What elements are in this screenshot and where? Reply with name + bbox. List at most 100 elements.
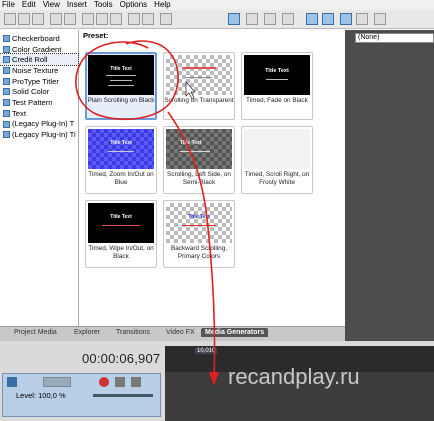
thumb-line <box>266 79 288 80</box>
menu-help[interactable]: Help <box>154 0 170 10</box>
copy-icon[interactable] <box>96 13 108 25</box>
preset-thumbnail: Title Text <box>244 55 310 95</box>
preset-plain-scrolling-black[interactable]: Title Text Plain Scrolling on Black <box>86 55 156 105</box>
preset-scrolling-transparent[interactable]: Scrolling on Transparent <box>164 55 234 105</box>
lock-envelopes-icon[interactable] <box>340 13 352 25</box>
preset-backward-scrolling-primary[interactable]: Title Text Backward Scrolling, Primary C… <box>164 203 234 260</box>
preset-caption: Plain Scrolling on Black <box>87 97 155 104</box>
thumb-line <box>110 80 132 81</box>
generator-item-solid-color[interactable]: Solid Color <box>0 86 78 97</box>
preset-thumbnail: Title Text <box>88 129 154 169</box>
menu-edit[interactable]: Edit <box>22 0 36 10</box>
preset-thumbnail: Title Text <box>166 203 232 243</box>
thumb-line <box>106 75 136 76</box>
mute-icon[interactable] <box>115 377 125 387</box>
generator-item-label: (Legacy Plug-In) T <box>12 119 75 129</box>
plugin-icon <box>3 131 10 139</box>
preset-timed-scroll-right-frosty[interactable]: Timed, Scroll Right, on Frosty White <box>242 129 312 186</box>
auto-crossfade-icon[interactable] <box>322 13 334 25</box>
selection-tool-icon[interactable] <box>264 13 276 25</box>
thumb-line <box>108 85 134 86</box>
preset-caption: Timed, Wipe In/Out, on Black <box>88 245 154 260</box>
normal-edit-tool-icon[interactable] <box>228 13 240 25</box>
fx-icon[interactable] <box>99 377 109 387</box>
preset-caption: Backward Scrolling, Primary Colors <box>170 245 228 260</box>
generator-item-label: ProType Titler <box>12 76 59 86</box>
thumb-title-text: Title Text <box>180 140 202 146</box>
plugin-icon <box>3 77 10 85</box>
tab-transitions[interactable]: Transitions <box>116 329 150 336</box>
zoom-tool-icon[interactable] <box>282 13 294 25</box>
menu-file[interactable]: File <box>2 0 15 10</box>
preset-timed-zoom-blue[interactable]: Title Text Timed, Zoom In/Out on Blue <box>86 129 156 186</box>
new-icon[interactable] <box>4 13 16 25</box>
preset-timed-fade-black[interactable]: Title Text Timed, Fade on Black <box>242 55 312 105</box>
menu-bar: File Edit View Insert Tools Options Help <box>0 0 434 10</box>
generator-item-label: (Legacy Plug-In) Ti <box>12 130 76 140</box>
generator-item-label: Noise Texture <box>12 65 59 75</box>
region-marker[interactable]: 10,010 <box>195 348 218 354</box>
tab-explorer[interactable]: Explorer <box>74 329 100 336</box>
generator-item-legacy-titler[interactable]: (Legacy Plug-In) Ti <box>0 129 78 140</box>
generator-item-credit-roll[interactable]: Credit Roll <box>0 53 79 67</box>
thumb-title-text: Title Text <box>188 214 210 220</box>
thumb-line <box>108 151 134 152</box>
preset-timed-wipe-black[interactable]: Title Text Timed, Wipe In/Out, on Black <box>86 203 156 260</box>
preset-caption: Timed, Fade on Black <box>246 97 308 104</box>
envelope-icon[interactable] <box>160 13 172 25</box>
thumb-title-text: Title Text <box>110 66 132 72</box>
track-name-field[interactable] <box>43 377 71 387</box>
tab-project-media[interactable]: Project Media <box>14 329 57 336</box>
preset-caption: Timed, Zoom In/Out on Blue <box>88 171 154 186</box>
preset-thumbnail <box>166 55 232 95</box>
generator-item-test-pattern[interactable]: Test Pattern <box>0 97 78 108</box>
thumb-title-text: Title Text <box>110 214 132 220</box>
generator-item-text[interactable]: Text <box>0 108 78 119</box>
preset-caption: Scrolling on Transparent <box>164 97 234 104</box>
generator-item-label: Text <box>12 108 26 118</box>
thumb-title-text: Title Text <box>265 68 289 74</box>
generator-item-protype-titler[interactable]: ProType Titler <box>0 76 78 87</box>
tab-media-generators[interactable]: Media Generators <box>201 328 269 337</box>
generator-item-label: Test Pattern <box>12 97 53 107</box>
watermark-text: recandplay.ru <box>228 364 360 389</box>
tab-video-fx[interactable]: Video FX <box>166 329 195 336</box>
preset-scrolling-left-semi-black[interactable]: Title Text Scrolling, Left Side, on Semi… <box>164 129 234 186</box>
generator-item-label: Checkerboard <box>12 33 60 43</box>
level-slider[interactable] <box>93 394 153 397</box>
settings-icon[interactable] <box>374 13 386 25</box>
preset-label: Preset: <box>83 31 109 40</box>
generator-item-checkerboard[interactable]: Checkerboard <box>0 33 78 44</box>
properties-icon[interactable] <box>50 13 62 25</box>
preset-thumbnail: Title Text <box>166 129 232 169</box>
thumb-line <box>186 77 212 78</box>
window-tabs: Project Media Explorer Transitions Video… <box>0 326 345 341</box>
thumb-title-text: Title Text <box>110 140 132 146</box>
envelope-tool-icon[interactable] <box>246 13 258 25</box>
undo-icon[interactable] <box>128 13 140 25</box>
open-icon[interactable] <box>18 13 30 25</box>
plugin-icon <box>3 67 10 75</box>
solo-icon[interactable] <box>131 377 141 387</box>
plugin-icon <box>3 56 10 64</box>
thumb-line <box>182 67 216 69</box>
generator-item-color-gradient[interactable]: Color Gradient <box>0 44 78 55</box>
preset-caption: Timed, Scroll Right, on Frosty White <box>244 171 310 186</box>
menu-options[interactable]: Options <box>120 0 148 10</box>
paste-icon[interactable] <box>110 13 122 25</box>
ignore-grouping-icon[interactable] <box>356 13 368 25</box>
preset-thumbnail: Title Text <box>88 55 154 95</box>
timecode: 00:00:06,907 <box>82 351 161 366</box>
preview-select[interactable]: (None) <box>355 33 434 43</box>
menu-tools[interactable]: Tools <box>94 0 113 10</box>
menu-insert[interactable]: Insert <box>67 0 87 10</box>
redo-icon[interactable] <box>142 13 154 25</box>
cut-icon[interactable] <box>82 13 94 25</box>
snapping-icon[interactable] <box>306 13 318 25</box>
generator-item-legacy-text[interactable]: (Legacy Plug-In) T <box>0 119 78 130</box>
save-icon[interactable] <box>32 13 44 25</box>
render-icon[interactable] <box>64 13 76 25</box>
generator-item-noise-texture[interactable]: Noise Texture <box>0 65 78 76</box>
menu-view[interactable]: View <box>43 0 60 10</box>
plugin-icon <box>3 45 10 53</box>
